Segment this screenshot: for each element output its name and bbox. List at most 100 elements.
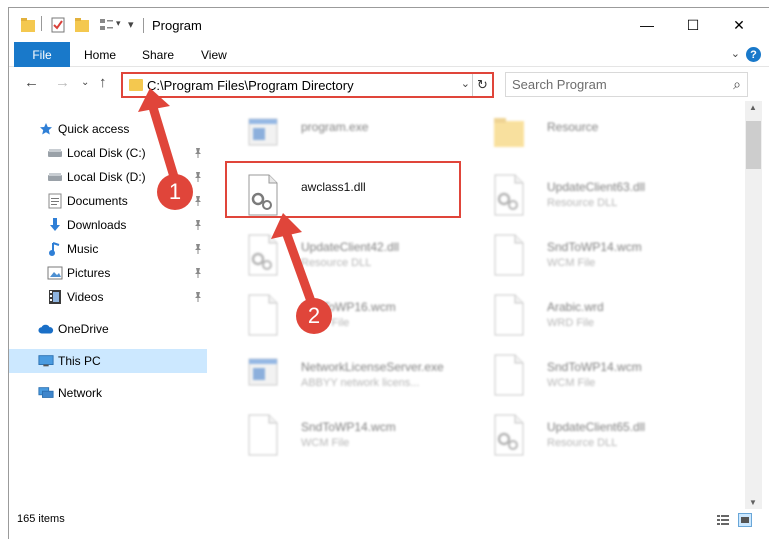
address-dropdown-icon[interactable]: ⌄ bbox=[461, 77, 470, 90]
step-2-badge: 2 bbox=[296, 298, 332, 334]
nav-item-local-disk-c[interactable]: Local Disk (C:) bbox=[9, 141, 207, 165]
nav-item-label: This PC bbox=[58, 354, 101, 368]
dll-icon bbox=[245, 233, 281, 279]
tab-share[interactable]: Share bbox=[142, 42, 174, 67]
new-folder-icon[interactable] bbox=[75, 17, 89, 33]
tab-view[interactable]: View bbox=[201, 42, 227, 67]
address-bar[interactable]: C:\Program Files\Program Directory ⌄ ↻ bbox=[121, 72, 494, 98]
customize-toolbar-icon[interactable]: ▾ bbox=[116, 18, 121, 34]
pin-icon[interactable] bbox=[193, 243, 203, 255]
quick-access-dropdown-icon[interactable]: ▾ bbox=[128, 18, 134, 34]
minimize-button[interactable]: — bbox=[624, 8, 670, 42]
file-name: UpdateClient63.dll bbox=[547, 180, 646, 194]
close-button[interactable]: ✕ bbox=[716, 8, 762, 42]
status-bar: 165 items bbox=[9, 509, 769, 533]
address-row: ← → ⌄ ↑ C:\Program Files\Program Directo… bbox=[9, 68, 769, 100]
up-icon[interactable]: ↑ bbox=[99, 74, 107, 91]
help-icon[interactable]: ? bbox=[746, 47, 761, 62]
file-item[interactable]: SndToWP14.wcm WCM File bbox=[471, 347, 711, 405]
file-item[interactable]: UpdateClient65.dll Resource DLL bbox=[471, 407, 711, 465]
pin-icon[interactable] bbox=[193, 171, 203, 183]
file-type: WCM File bbox=[301, 437, 350, 449]
search-icon[interactable]: ⌕ bbox=[733, 76, 741, 93]
ribbon-tabs: File Home Share View ⌄ ? bbox=[9, 42, 769, 67]
recent-locations-icon[interactable]: ⌄ bbox=[81, 77, 89, 88]
computer-icon bbox=[38, 353, 54, 369]
nav-item-quick-access[interactable]: Quick access bbox=[9, 117, 207, 141]
exe-icon bbox=[245, 353, 281, 399]
file-explorer-window: ▾ ▾ Program — ☐ ✕ File Home Share View ⌄… bbox=[8, 7, 769, 539]
file-item[interactable]: program.exe bbox=[225, 107, 465, 165]
file-icon bbox=[245, 413, 281, 459]
file-icon bbox=[491, 293, 527, 339]
maximize-button[interactable]: ☐ bbox=[670, 8, 716, 42]
nav-item-network[interactable]: Network bbox=[9, 381, 207, 405]
file-item[interactable]: UpdateClient63.dll Resource DLL bbox=[471, 167, 711, 225]
pin-icon[interactable] bbox=[193, 195, 203, 207]
pin-icon[interactable] bbox=[193, 147, 203, 159]
file-name: SndToWP14.wcm bbox=[547, 240, 642, 254]
file-name: SndToWP14.wcm bbox=[547, 360, 642, 374]
file-name: SndToWP14.wcm bbox=[301, 420, 396, 434]
file-name: UpdateClient65.dll bbox=[547, 420, 646, 434]
nav-item-pictures[interactable]: Pictures bbox=[9, 261, 207, 285]
file-icon bbox=[491, 233, 527, 279]
file-name: UpdateClient42.dll bbox=[301, 240, 400, 254]
scroll-down-icon[interactable]: ▼ bbox=[749, 498, 757, 507]
star-icon bbox=[38, 121, 54, 137]
file-item[interactable]: SndToWP14.wcm WCM File bbox=[471, 227, 711, 285]
file-item[interactable]: SndToWP14.wcm WCM File bbox=[225, 407, 465, 465]
file-icon bbox=[491, 353, 527, 399]
properties-icon[interactable] bbox=[51, 17, 65, 33]
nav-item-music[interactable]: Music bbox=[9, 237, 207, 261]
cloud-icon bbox=[38, 321, 54, 337]
search-box[interactable]: ⌕ bbox=[505, 72, 748, 97]
file-type: Resource DLL bbox=[301, 257, 372, 269]
pin-icon[interactable] bbox=[193, 291, 203, 303]
pin-icon[interactable] bbox=[193, 267, 203, 279]
search-input[interactable] bbox=[512, 77, 712, 92]
back-icon[interactable]: ← bbox=[24, 74, 39, 91]
pictures-icon bbox=[47, 265, 63, 281]
nav-item-downloads[interactable]: Downloads bbox=[9, 213, 207, 237]
file-name: Arabic.wrd bbox=[547, 300, 604, 314]
download-icon bbox=[47, 217, 63, 233]
drive-icon bbox=[47, 169, 63, 185]
expand-ribbon-icon[interactable]: ⌄ bbox=[731, 47, 740, 60]
file-type: WRD File bbox=[547, 317, 595, 329]
nav-item-label: Quick access bbox=[58, 122, 130, 136]
file-name: program.exe bbox=[301, 120, 369, 134]
tab-file[interactable]: File bbox=[14, 42, 70, 67]
tab-home[interactable]: Home bbox=[84, 42, 116, 67]
refresh-button[interactable]: ↻ bbox=[472, 74, 492, 96]
documents-icon bbox=[47, 193, 63, 209]
window-title: Program bbox=[152, 18, 202, 33]
forward-icon[interactable]: → bbox=[55, 74, 70, 91]
file-item[interactable]: UpdateClient42.dll Resource DLL bbox=[225, 227, 465, 285]
scroll-up-icon[interactable]: ▲ bbox=[749, 103, 757, 112]
pin-icon[interactable] bbox=[193, 219, 203, 231]
toolbar-divider bbox=[41, 16, 42, 31]
file-type: WCM File bbox=[547, 257, 596, 269]
nav-item-this-pc[interactable]: This PC bbox=[9, 349, 207, 373]
nav-item-onedrive[interactable]: OneDrive bbox=[9, 317, 207, 341]
file-item[interactable]: Arabic.wrd WRD File bbox=[471, 287, 711, 345]
file-name: NetworkLicenseServer.exe bbox=[301, 360, 444, 374]
large-icons-view-icon[interactable] bbox=[738, 513, 752, 527]
nav-item-label: Local Disk (C:) bbox=[67, 146, 146, 160]
step-1-badge: 1 bbox=[157, 174, 193, 210]
scroll-thumb[interactable] bbox=[746, 121, 761, 169]
details-view-icon[interactable] bbox=[716, 513, 730, 527]
music-icon bbox=[47, 241, 63, 257]
view-options-icon[interactable] bbox=[99, 17, 115, 33]
file-type: WCM File bbox=[547, 377, 596, 389]
address-path[interactable]: C:\Program Files\Program Directory bbox=[147, 78, 354, 93]
file-item[interactable]: NetworkLicenseServer.exe ABBYY network li… bbox=[225, 347, 465, 405]
dll-icon bbox=[491, 413, 527, 459]
nav-item-label: Local Disk (D:) bbox=[67, 170, 146, 184]
file-item[interactable]: Resource bbox=[471, 107, 711, 165]
nav-item-label: Videos bbox=[67, 290, 104, 304]
nav-item-videos[interactable]: Videos bbox=[9, 285, 207, 309]
file-item[interactable]: SndToWP16.wcmWCM File bbox=[225, 287, 465, 345]
vertical-scrollbar[interactable]: ▲ ▼ bbox=[745, 101, 762, 509]
